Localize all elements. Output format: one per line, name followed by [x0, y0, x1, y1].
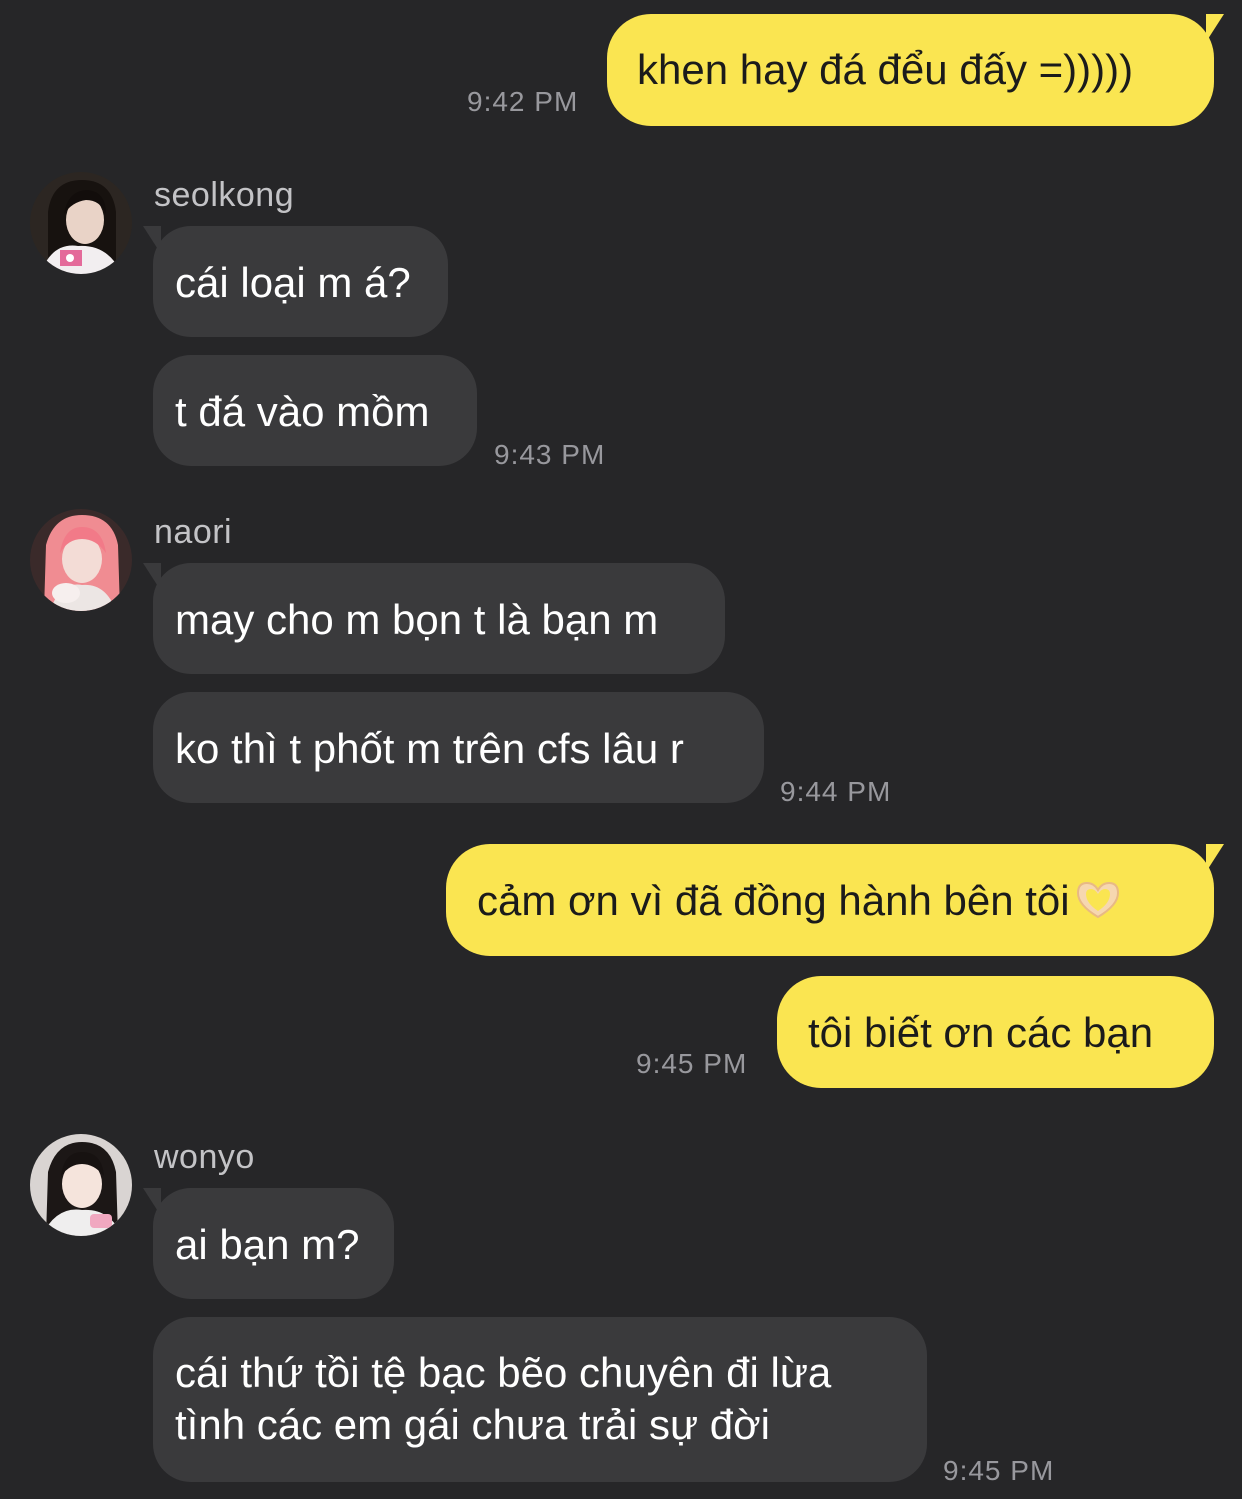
- bubble-tail: [1206, 14, 1224, 42]
- avatar-image: [30, 1134, 132, 1236]
- message-timestamp: 9:42 PM: [467, 86, 579, 117]
- message-text: cái thứ tồi tệ bạc bẽo chuyên đi lừa tìn…: [175, 1349, 832, 1448]
- bubble-tail: [143, 226, 161, 254]
- heart-hands-icon: [1076, 881, 1119, 919]
- message-timestamp: 9:45 PM: [636, 1048, 748, 1079]
- avatar-image: [30, 509, 132, 611]
- message-text: cái loại m á?: [175, 259, 411, 306]
- avatar-seolkong[interactable]: [30, 172, 132, 274]
- message-text: may cho m bọn t là bạn m: [175, 596, 659, 643]
- incoming-message-bubble[interactable]: may cho m bọn t là bạn m: [143, 563, 725, 674]
- sender-name: seolkong: [154, 176, 295, 214]
- message-timestamp: 9:44 PM: [780, 776, 892, 807]
- bubble-tail: [1206, 844, 1224, 872]
- incoming-message-bubble[interactable]: cái thứ tồi tệ bạc bẽo chuyên đi lừa tìn…: [153, 1317, 927, 1482]
- avatar-image: [30, 172, 132, 274]
- avatar-naori[interactable]: [30, 509, 132, 611]
- message-text: cảm ơn vì đã đồng hành bên tôi: [477, 877, 1070, 924]
- bubble-tail: [143, 1188, 161, 1216]
- message-timestamp: 9:43 PM: [494, 439, 606, 470]
- message-text: ko thì t phốt m trên cfs lâu r: [175, 725, 684, 772]
- avatar-wonyo[interactable]: [30, 1134, 132, 1236]
- message-text: khen hay đá đểu đấy =))))): [637, 46, 1134, 93]
- outgoing-message-bubble[interactable]: khen hay đá đểu đấy =))))): [607, 14, 1224, 126]
- incoming-message-bubble[interactable]: ko thì t phốt m trên cfs lâu r: [153, 692, 764, 803]
- bubble-tail: [143, 563, 161, 591]
- outgoing-message-bubble[interactable]: cảm ơn vì đã đồng hành bên tôi: [446, 844, 1224, 956]
- incoming-message-bubble[interactable]: cái loại m á?: [143, 226, 448, 337]
- message-text: tôi biết ơn các bạn: [808, 1009, 1154, 1056]
- message-text: t đá vào mồm: [175, 388, 430, 435]
- incoming-message-bubble[interactable]: t đá vào mồm: [153, 355, 477, 466]
- message-timestamp: 9:45 PM: [943, 1455, 1055, 1486]
- message-text: ai bạn m?: [175, 1221, 360, 1268]
- sender-name: naori: [154, 513, 233, 551]
- incoming-message-bubble[interactable]: ai bạn m?: [143, 1188, 394, 1299]
- outgoing-message-bubble[interactable]: tôi biết ơn các bạn: [777, 976, 1214, 1088]
- sender-name: wonyo: [154, 1138, 255, 1176]
